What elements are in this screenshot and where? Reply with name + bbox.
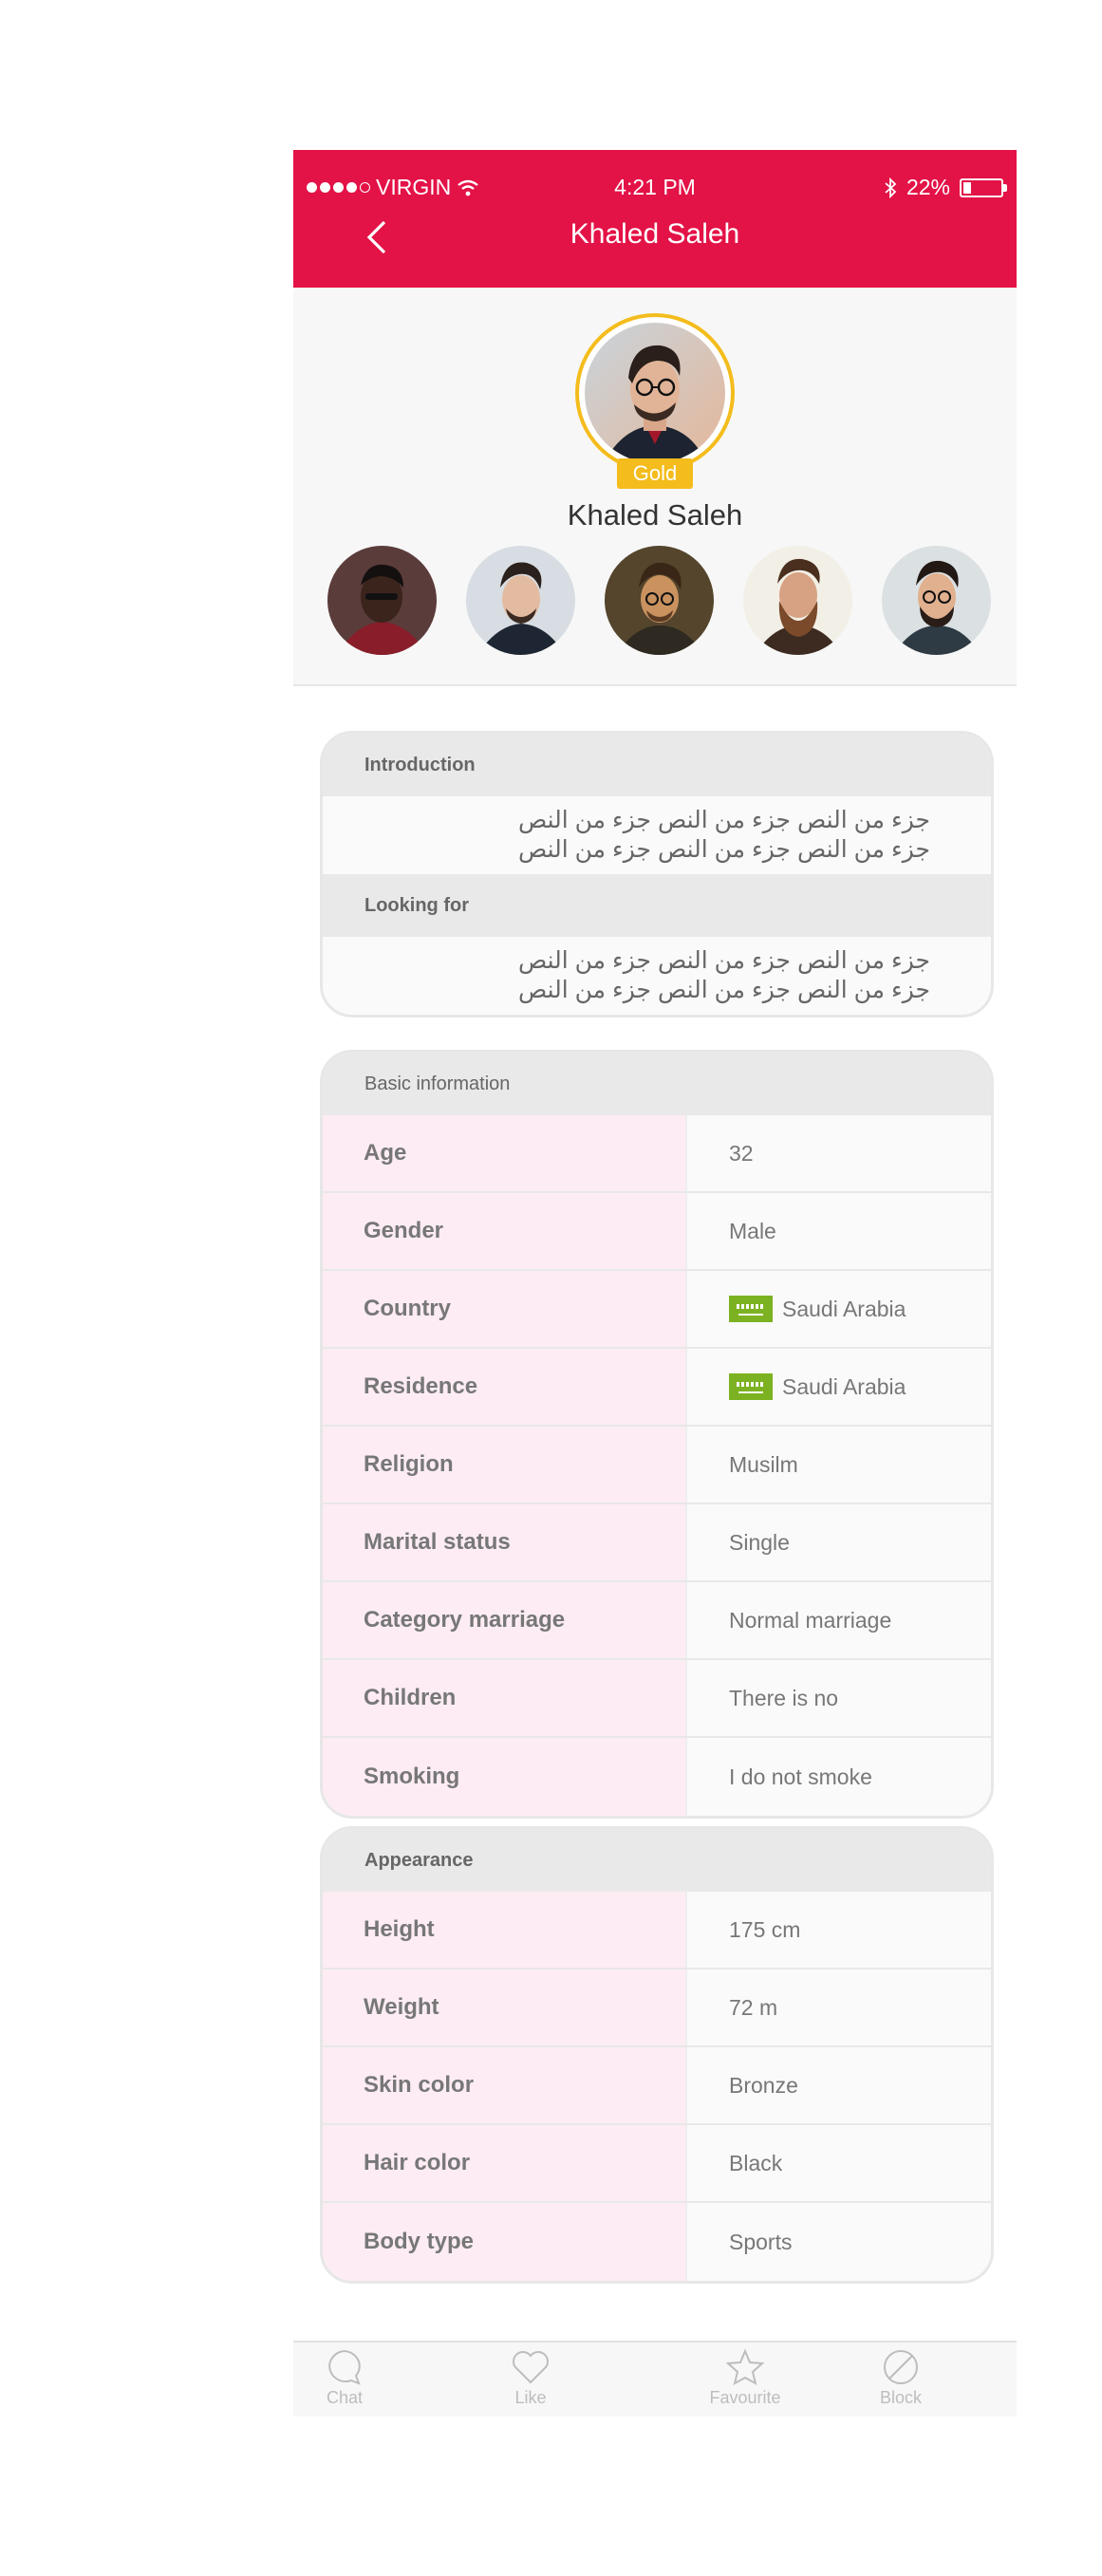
looking-for-line: جزء من النص جزء من النص جزء من النص xyxy=(517,977,930,1003)
star-icon xyxy=(725,2348,765,2385)
row-value: Musilm xyxy=(685,1427,991,1503)
introduction-text: جزء من النص جزء من النص جزء من النص جزء … xyxy=(323,796,991,874)
heart-icon xyxy=(513,2351,549,2384)
row-value: 175 cm xyxy=(685,1892,991,1968)
status-bar: VIRGIN 4:21 PM 22% xyxy=(293,169,1017,203)
tab-block[interactable]: Block xyxy=(844,2348,958,2408)
row-label: Category marriage xyxy=(323,1582,685,1658)
row-label: Country xyxy=(323,1271,685,1347)
row-label: Marital status xyxy=(323,1504,685,1580)
info-row-smoking: Smoking I do not smoke xyxy=(323,1738,991,1816)
appearance-title: Appearance xyxy=(323,1829,991,1892)
avatar-frame xyxy=(575,313,735,473)
info-row-children: Children There is no xyxy=(323,1660,991,1738)
row-label: Gender xyxy=(323,1193,685,1269)
looking-for-line: جزء من النص جزء من النص جزء من النص xyxy=(517,947,930,974)
introduction-line: جزء من النص جزء من النص جزء من النص xyxy=(517,807,930,833)
basic-information-card: Basic information Age 32 Gender Male Cou… xyxy=(320,1050,994,1819)
phone-screen: VIRGIN 4:21 PM 22% Khaled Saleh Gold Kha… xyxy=(293,150,1017,2417)
row-value: Black xyxy=(685,2125,991,2201)
tab-label: Like xyxy=(514,2388,547,2407)
row-value: I do not smoke xyxy=(685,1738,991,1816)
tab-label: Chat xyxy=(326,2388,364,2407)
row-label: Age xyxy=(323,1115,685,1191)
photo-gallery xyxy=(327,546,992,656)
gallery-photo[interactable] xyxy=(743,546,852,655)
appearance-card: Appearance Height 175 cm Weight 72 m Ski… xyxy=(320,1826,994,2284)
info-row-religion: Religion Musilm xyxy=(323,1427,991,1504)
info-row-country: Country Saudi Arabia xyxy=(323,1271,991,1349)
battery-fill xyxy=(963,181,972,194)
bottom-tab-bar: Chat Like Favourite Block xyxy=(293,2341,1017,2417)
tab-like[interactable]: Like xyxy=(474,2348,588,2408)
looking-for-text: جزء من النص جزء من النص جزء من النص جزء … xyxy=(323,937,991,1015)
app-header: VIRGIN 4:21 PM 22% Khaled Saleh xyxy=(293,150,1017,288)
block-icon xyxy=(884,2350,918,2384)
row-value: Single xyxy=(685,1504,991,1580)
page-title: Khaled Saleh xyxy=(570,218,740,250)
appearance-row-hair-color: Hair color Black xyxy=(323,2125,991,2203)
row-value: Normal marriage xyxy=(685,1582,991,1658)
saudi-flag-icon xyxy=(729,1373,773,1400)
tab-label: Block xyxy=(879,2388,922,2407)
introduction-title: Introduction xyxy=(323,734,991,796)
row-value: 32 xyxy=(685,1115,991,1191)
row-label: Hair color xyxy=(323,2125,685,2201)
row-label: Children xyxy=(323,1660,685,1736)
info-row-category-marriage: Category marriage Normal marriage xyxy=(323,1582,991,1660)
info-row-marital-status: Marital status Single xyxy=(323,1504,991,1582)
chat-bubble-icon xyxy=(328,2349,361,2385)
row-value: Sports xyxy=(685,2203,991,2281)
avatar[interactable] xyxy=(585,323,725,463)
gallery-photo[interactable] xyxy=(605,546,714,655)
tab-label: Favourite xyxy=(709,2388,781,2407)
row-value: 72 m xyxy=(685,1969,991,2045)
row-label: Smoking xyxy=(323,1738,685,1816)
info-row-residence: Residence Saudi Arabia xyxy=(323,1349,991,1427)
tab-favourite[interactable]: Favourite xyxy=(688,2348,802,2408)
gallery-photo[interactable] xyxy=(466,546,575,655)
info-row-age: Age 32 xyxy=(323,1115,991,1193)
info-row-gender: Gender Male xyxy=(323,1193,991,1271)
appearance-row-skin-color: Skin color Bronze xyxy=(323,2047,991,2125)
membership-badge: Gold xyxy=(617,458,693,489)
row-value: Saudi Arabia xyxy=(685,1349,991,1425)
bluetooth-icon xyxy=(885,177,897,198)
battery-percent: 22% xyxy=(906,175,950,199)
profile-section: Gold Khaled Saleh xyxy=(293,288,1017,686)
gallery-photo[interactable] xyxy=(882,546,991,655)
row-value: Male xyxy=(685,1193,991,1269)
row-value: Bronze xyxy=(685,2047,991,2123)
saudi-flag-icon xyxy=(729,1296,773,1322)
row-label: Skin color xyxy=(323,2047,685,2123)
row-label: Weight xyxy=(323,1969,685,2045)
gallery-photo[interactable] xyxy=(327,546,437,655)
battery-icon xyxy=(960,177,1007,197)
introduction-line: جزء من النص جزء من النص جزء من النص xyxy=(517,836,930,863)
looking-for-title: Looking for xyxy=(323,874,991,937)
appearance-row-weight: Weight 72 m xyxy=(323,1969,991,2047)
row-label: Residence xyxy=(323,1349,685,1425)
row-label: Height xyxy=(323,1892,685,1968)
appearance-row-height: Height 175 cm xyxy=(323,1892,991,1969)
row-label: Religion xyxy=(323,1427,685,1503)
row-value: There is no xyxy=(685,1660,991,1736)
about-card: Introduction جزء من النص جزء من النص جزء… xyxy=(320,731,994,1017)
profile-name: Khaled Saleh xyxy=(567,498,743,532)
row-value: Saudi Arabia xyxy=(685,1271,991,1347)
row-label: Body type xyxy=(323,2203,685,2281)
basic-information-title: Basic information xyxy=(323,1053,991,1115)
appearance-row-body-type: Body type Sports xyxy=(323,2203,991,2281)
tab-chat[interactable]: Chat xyxy=(293,2348,402,2408)
